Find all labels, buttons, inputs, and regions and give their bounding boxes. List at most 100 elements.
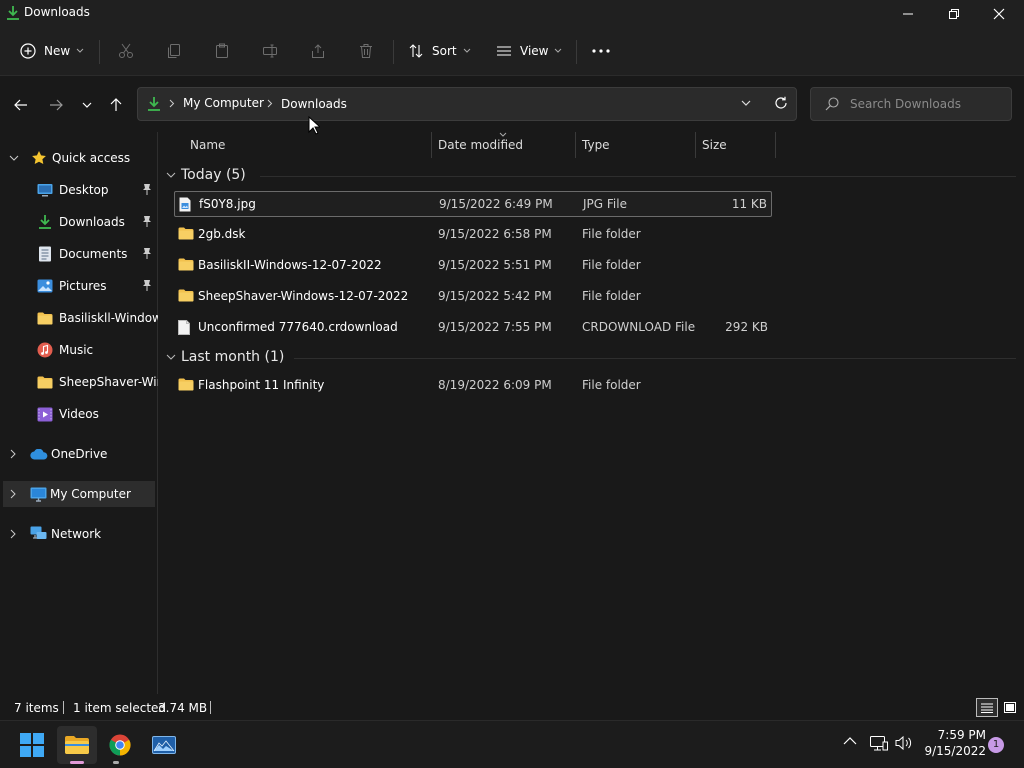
status-separator [210,701,211,714]
sidebar-item-label: OneDrive [51,447,108,461]
file-list: Name Date modified Type Size Today (5) f… [160,132,1024,694]
column-header-name[interactable]: Name [190,138,225,162]
column-header-size[interactable]: Size [702,138,727,162]
close-button[interactable] [976,0,1022,28]
clock[interactable]: 7:59 PM 9/15/2022 [922,728,986,758]
delete-button[interactable] [358,38,374,64]
title-bar: Downloads [0,0,1024,28]
view-button[interactable]: View [496,38,564,64]
ellipsis-icon [592,49,610,53]
folder-icon [178,289,194,302]
file-row[interactable]: fS0Y8.jpg 9/15/2022 6:49 PM JPG File 11 … [174,191,772,217]
sidebar-item-videos[interactable]: Videos [0,401,158,427]
column-header-date-modified[interactable]: Date modified [438,138,523,162]
pin-icon[interactable] [142,183,152,195]
taskbar-photos[interactable] [144,726,184,764]
sidebar-item-network[interactable]: Network [0,521,158,547]
sidebar-item-label: Music [59,343,94,357]
back-button[interactable] [9,94,33,116]
minimize-button[interactable] [885,0,931,28]
breadcrumb-my-computer[interactable]: My Computer [183,96,264,110]
search-input[interactable] [850,96,1000,112]
recent-locations-button[interactable] [75,94,99,116]
file-row[interactable]: 2gb.dsk 9/15/2022 6:58 PM File folder [174,222,772,248]
up-button[interactable] [104,94,128,116]
scissors-icon [118,43,134,59]
image-file-icon [179,197,191,212]
sort-arrows-icon [408,43,424,59]
sidebar-item-documents[interactable]: Documents [0,241,158,267]
sidebar-item-label: Documents [59,247,128,261]
cut-button[interactable] [118,38,134,64]
share-button[interactable] [310,38,326,64]
sidebar-item-my-computer[interactable]: My Computer [3,481,155,507]
file-row[interactable]: Unconfirmed 777640.crdownload 9/15/2022 … [174,315,772,341]
rename-button[interactable] [262,38,278,64]
arrow-right-icon [49,99,63,111]
sort-button[interactable]: Sort [408,38,472,64]
forward-button[interactable] [44,94,68,116]
music-icon [37,342,53,358]
new-button[interactable]: New [20,38,86,64]
sidebar-item-sheepshaver-windows[interactable]: SheepShaver-Wind [0,369,158,395]
sidebar-item-music[interactable]: Music [0,337,158,363]
file-date: 8/19/2022 6:09 PM [438,378,552,392]
search-box[interactable] [810,87,1012,121]
chevron-right-icon [169,99,175,108]
start-button[interactable] [12,726,52,764]
arrow-left-icon [14,99,28,111]
column-header-row: Name Date modified Type Size [160,132,780,158]
plus-circle-icon [20,43,36,59]
sidebar-item-downloads[interactable]: Downloads [0,209,158,235]
share-icon [310,43,326,59]
address-history-dropdown[interactable] [741,100,751,106]
taskbar-file-explorer[interactable] [57,726,97,764]
taskbar-chrome[interactable] [100,726,140,764]
status-selection-size: 3.74 MB [158,701,208,715]
group-header-last-month[interactable]: Last month (1) [166,348,1016,368]
cloud-icon [30,448,48,460]
file-date: 9/15/2022 5:42 PM [438,289,552,303]
notification-badge[interactable]: 1 [988,737,1004,753]
tiles-view-button[interactable] [1000,698,1020,717]
file-type: JPG File [583,197,627,211]
show-hidden-icons-button[interactable] [843,737,857,745]
column-header-type[interactable]: Type [582,138,610,162]
column-divider[interactable] [431,132,432,158]
column-divider[interactable] [575,132,576,158]
file-name: BasiliskII-Windows-12-07-2022 [198,258,382,272]
refresh-icon[interactable] [774,96,788,110]
file-row[interactable]: Flashpoint 11 Infinity 8/19/2022 6:09 PM… [174,373,772,399]
command-bar: New Sort View [0,28,1024,76]
sidebar-item-desktop[interactable]: Desktop [0,177,158,203]
more-options-button[interactable] [592,38,610,64]
restore-button[interactable] [931,0,977,28]
copy-button[interactable] [166,38,182,64]
mouse-cursor-icon [308,116,320,135]
sidebar-item-onedrive[interactable]: OneDrive [0,441,158,467]
pin-icon[interactable] [142,247,152,259]
column-divider[interactable] [695,132,696,158]
address-bar[interactable]: My Computer Downloads [137,87,797,121]
new-label: New [44,44,71,58]
breadcrumb-downloads[interactable]: Downloads [281,97,347,111]
volume-icon[interactable] [895,735,913,751]
pin-icon[interactable] [142,215,152,227]
sidebar-item-pictures[interactable]: Pictures [0,273,158,299]
group-header-today[interactable]: Today (5) [166,166,1016,186]
file-type: File folder [582,258,641,272]
details-view-button[interactable] [976,698,998,717]
file-date: 9/15/2022 6:58 PM [438,227,552,241]
file-row[interactable]: BasiliskII-Windows-12-07-2022 9/15/2022 … [174,253,772,279]
sidebar-item-label: Network [51,527,102,541]
clock-date: 9/15/2022 [924,744,986,758]
sidebar-item-quick-access[interactable]: Quick access [0,145,158,171]
sidebar-item-basiliskii-windows[interactable]: Basiliskll-Windows [0,305,158,331]
paste-button[interactable] [214,38,230,64]
file-row[interactable]: SheepShaver-Windows-12-07-2022 9/15/2022… [174,284,772,310]
column-divider[interactable] [775,132,776,158]
sidebar-item-label: Downloads [59,215,125,229]
pin-icon[interactable] [142,279,152,291]
file-name: fS0Y8.jpg [199,197,256,211]
network-status-icon[interactable] [870,736,888,752]
